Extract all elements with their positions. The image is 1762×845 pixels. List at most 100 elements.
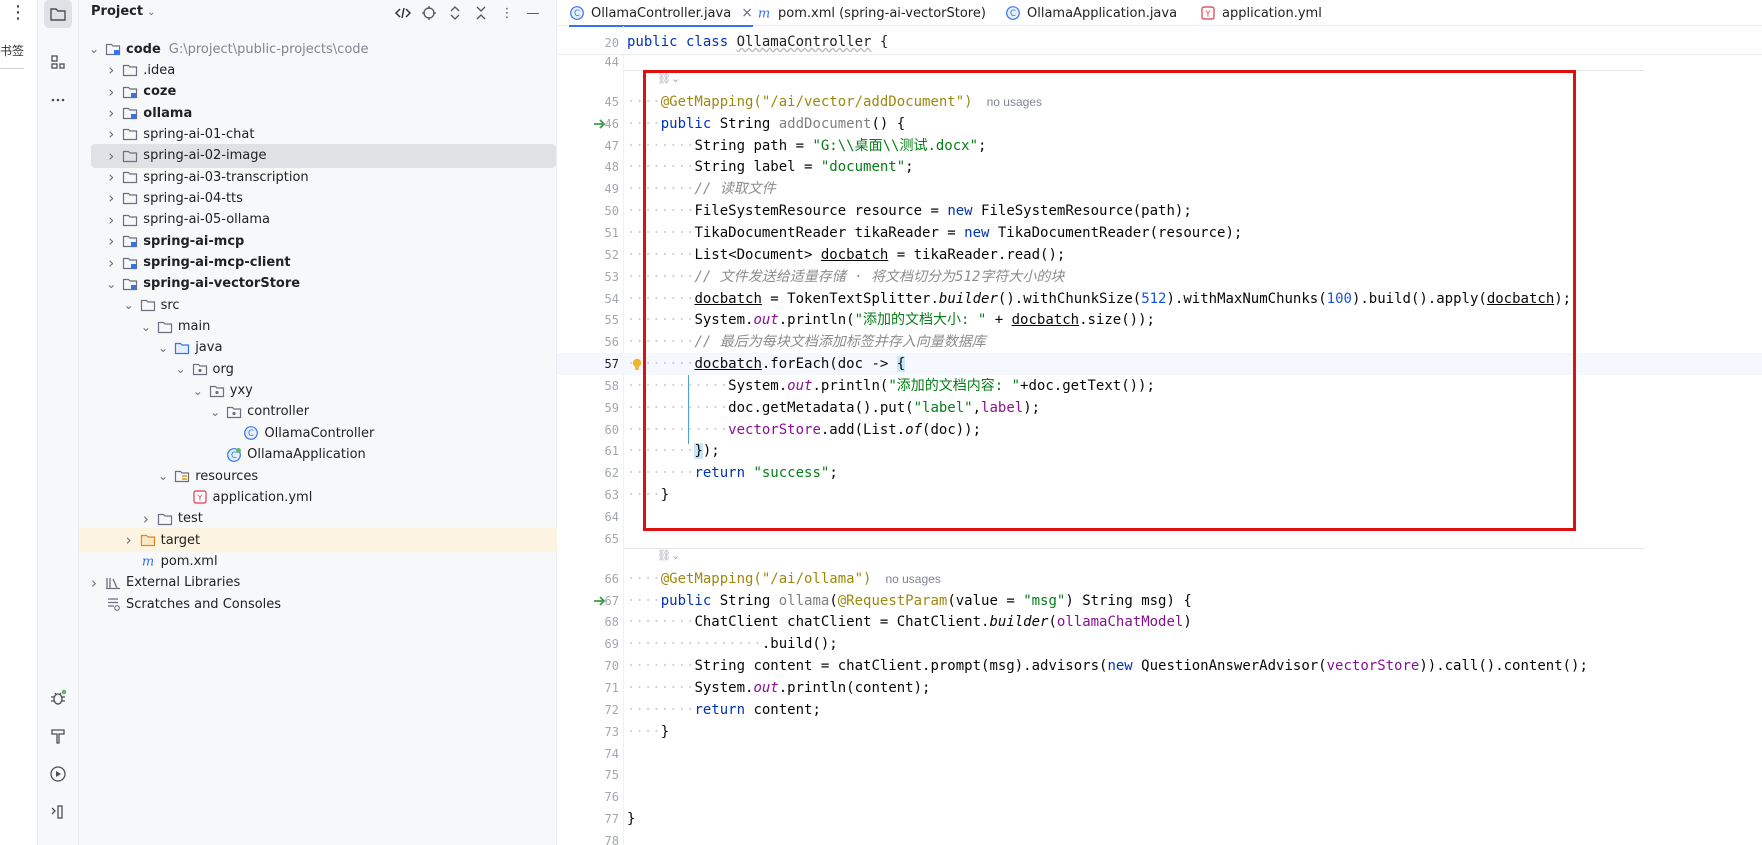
line-number[interactable]: 74 (557, 747, 619, 761)
chevron-down-icon[interactable]: ⌄ (104, 277, 118, 291)
line-number[interactable]: 46 (557, 117, 619, 131)
code-line[interactable]: 74 (557, 743, 1762, 765)
line-number[interactable]: 69 (557, 637, 619, 651)
code-line[interactable]: 73 ····} (557, 721, 1762, 743)
line-number[interactable]: 78 (557, 834, 619, 845)
code-icon[interactable] (393, 3, 413, 23)
line-number[interactable]: 64 (557, 510, 619, 524)
line-number[interactable]: 63 (557, 488, 619, 502)
line-number[interactable]: 47 (557, 139, 619, 153)
terminal-icon[interactable] (44, 798, 72, 826)
run-icon[interactable] (44, 760, 72, 788)
code-line[interactable]: 71 ········System.out.println(content); (557, 677, 1762, 699)
close-icon[interactable]: × (741, 5, 753, 21)
line-number[interactable]: 49 (557, 182, 619, 196)
line-number[interactable]: 73 (557, 725, 619, 739)
collapse-all-icon[interactable] (471, 3, 491, 23)
endpoint-gutter-icon[interactable] (592, 116, 608, 132)
chevron-down-icon[interactable]: ⌄ (191, 384, 205, 398)
chevron-right-icon[interactable]: › (104, 104, 118, 122)
code-line[interactable]: 66 ····@GetMapping("/ai/ollama") no usages (557, 568, 1762, 590)
sticky-header[interactable]: 20 public class OllamaController { (557, 31, 1762, 55)
line-number[interactable]: 53 (557, 270, 619, 284)
line-number[interactable]: 58 (557, 379, 619, 393)
line-number[interactable]: 68 (557, 615, 619, 629)
code-line[interactable]: 76 (557, 786, 1762, 808)
line-number[interactable]: 76 (557, 790, 619, 804)
line-number[interactable]: 54 (557, 292, 619, 306)
code-line[interactable]: 69 ················.build(); (557, 633, 1762, 655)
chevron-right-icon[interactable]: › (139, 510, 153, 528)
line-number[interactable]: 45 (557, 95, 619, 109)
line-number[interactable]: 61 (557, 444, 619, 458)
code-line[interactable]: 78 (557, 830, 1762, 845)
line-number[interactable]: 57 (557, 357, 619, 371)
line-number[interactable]: 56 (557, 335, 619, 349)
endpoint-gutter-icon[interactable] (592, 593, 608, 609)
options-icon[interactable]: ⋮ (497, 3, 517, 23)
tab-ollamacontroller-java[interactable]: C OllamaController.java × (569, 0, 753, 27)
locate-icon[interactable] (419, 3, 439, 23)
line-number[interactable]: 77 (557, 812, 619, 826)
chevron-down-icon[interactable]: ⌄ (174, 362, 188, 376)
chevron-right-icon[interactable]: › (104, 254, 118, 272)
line-number[interactable]: 48 (557, 160, 619, 174)
build-icon[interactable] (44, 722, 72, 750)
more-tools-icon[interactable] (44, 86, 72, 114)
hide-panel-icon[interactable]: — (523, 3, 543, 23)
chevron-down-icon[interactable]: ⌄ (122, 298, 136, 312)
chevron-down-icon[interactable]: ⌄ (156, 469, 170, 483)
debug-icon[interactable] (44, 684, 72, 712)
chevron-right-icon[interactable]: › (87, 574, 101, 592)
line-number[interactable]: 44 (557, 55, 619, 69)
chevron-right-icon[interactable]: › (104, 147, 118, 165)
chevron-right-icon[interactable]: › (122, 531, 136, 549)
line-number[interactable]: 72 (557, 703, 619, 717)
code-line[interactable]: 72 ········return content; (557, 699, 1762, 721)
code-line[interactable]: 75 (557, 764, 1762, 786)
code-line[interactable]: 68 ········ChatClient chatClient = ChatCl… (557, 611, 1762, 633)
line-number[interactable]: 52 (557, 248, 619, 262)
code-line[interactable]: 70 ········String content = chatClient.pr… (557, 655, 1762, 677)
line-number[interactable]: 65 (557, 532, 619, 546)
tree-item-spring-ai-01-chat[interactable]: › spring-ai-01-chat (79, 122, 557, 146)
tree-item-scratches-and-consoles[interactable]: Scratches and Consoles (79, 592, 557, 616)
code-line[interactable]: 65 (557, 528, 1762, 550)
chevron-right-icon[interactable]: › (104, 125, 118, 143)
tab-ollamaapplication-java[interactable]: C OllamaApplication.java (1005, 0, 1177, 26)
inlay-hint-icon[interactable]: ⛓⌄ (657, 549, 680, 562)
tree-item-label: org (212, 361, 234, 377)
chevron-right-icon[interactable]: › (104, 232, 118, 250)
chevron-down-icon[interactable]: ⌄ (208, 405, 222, 419)
line-number[interactable]: 75 (557, 768, 619, 782)
chevron-down-icon[interactable]: ⌄ (156, 341, 170, 355)
chevron-down-icon[interactable]: ⌄ (87, 42, 101, 56)
chevron-right-icon[interactable]: › (104, 211, 118, 229)
svg-text:C: C (248, 429, 254, 439)
line-number[interactable]: 59 (557, 401, 619, 415)
line-number[interactable]: 51 (557, 226, 619, 240)
project-view-selector[interactable]: Project ⌄ (91, 4, 155, 19)
main-menu-icon[interactable]: ⋮ (9, 2, 27, 24)
chevron-right-icon[interactable]: › (104, 189, 118, 207)
structure-icon[interactable] (44, 48, 72, 76)
line-number[interactable]: 50 (557, 204, 619, 218)
line-number[interactable]: 60 (557, 423, 619, 437)
bookmarks-tab[interactable]: 书签 (0, 42, 30, 59)
tab-application-yml[interactable]: Yapplication.yml (1200, 0, 1322, 26)
chevron-right-icon[interactable]: › (104, 83, 118, 101)
code-line[interactable]: 77} (557, 808, 1762, 830)
line-number[interactable]: 71 (557, 681, 619, 695)
line-number[interactable]: 55 (557, 313, 619, 327)
chevron-right-icon[interactable]: › (104, 168, 118, 186)
expand-all-icon[interactable] (445, 3, 465, 23)
line-number[interactable]: 66 (557, 572, 619, 586)
chevron-right-icon[interactable]: › (104, 61, 118, 79)
tab-pom-xml[interactable]: m pom.xml (spring-ai-vectorStore) (756, 0, 986, 26)
code-line[interactable]: 67 ····public String ollama(@RequestParam… (557, 590, 1762, 612)
line-number[interactable]: 67 (557, 594, 619, 608)
project-folder-icon[interactable] (44, 0, 72, 28)
line-number[interactable]: 70 (557, 659, 619, 673)
line-number[interactable]: 62 (557, 466, 619, 480)
chevron-down-icon[interactable]: ⌄ (139, 320, 153, 334)
